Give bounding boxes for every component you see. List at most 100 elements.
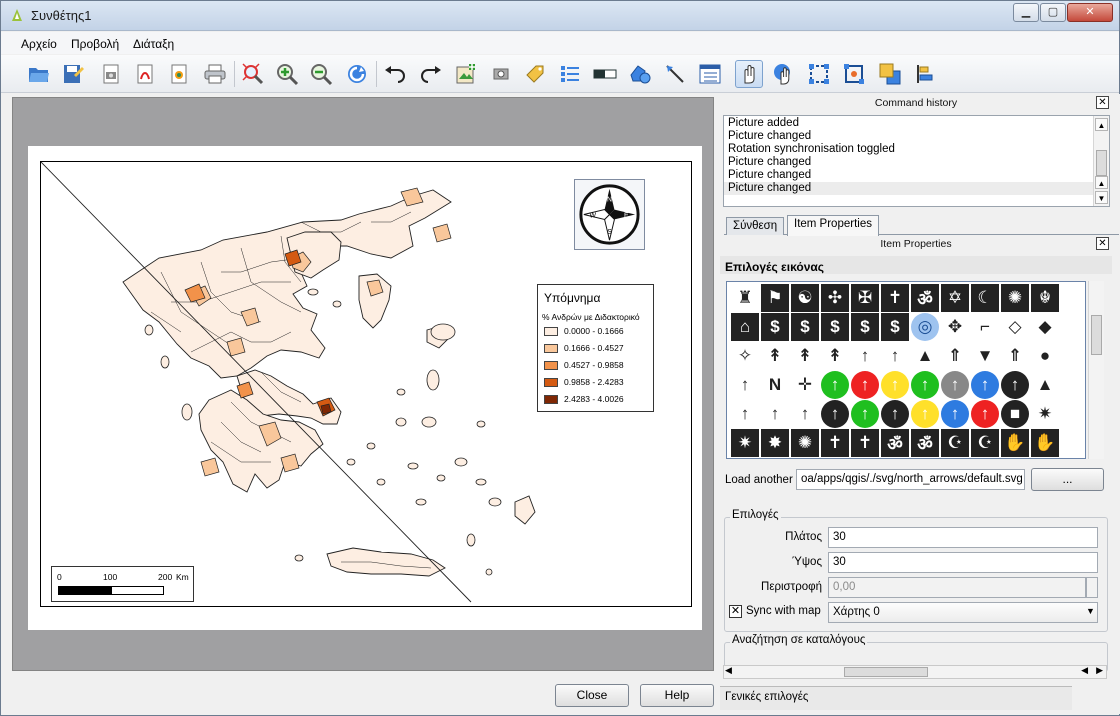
general-options-section[interactable]: Γενικές επιλογές xyxy=(720,686,1072,710)
svg-thumbnail-icon[interactable]: ↑ xyxy=(881,400,909,428)
svg-thumbnail-icon[interactable]: ↑ xyxy=(1001,371,1029,399)
svg-thumbnail-icon[interactable]: $ xyxy=(791,313,819,341)
svg-thumbnail-icon[interactable]: ✝ xyxy=(881,284,909,312)
svg-thumbnail-icon[interactable]: ↑ xyxy=(851,342,879,370)
svg-thumbnail-icon[interactable]: ↟ xyxy=(761,342,789,370)
svg-thumbnail-icon[interactable]: ↑ xyxy=(911,371,939,399)
ungroup-items-icon[interactable] xyxy=(840,60,868,88)
export-image-icon[interactable] xyxy=(97,60,125,88)
svg-thumbnail-icon[interactable]: ⇑ xyxy=(941,342,969,370)
svg-thumbnail-icon[interactable]: ↑ xyxy=(851,400,879,428)
map-item[interactable]: Υπόμνημα % Ανδρών με Διδακτορικό 0.0000 … xyxy=(40,161,692,607)
close-window-button[interactable]: ✕ xyxy=(1067,3,1113,22)
svg-thumbnail-icon[interactable]: ⚑ xyxy=(761,284,789,312)
history-item[interactable]: Rotation synchronisation toggled xyxy=(724,143,1109,156)
svg-thumbnail-icon[interactable]: ↟ xyxy=(821,342,849,370)
open-folder-icon[interactable] xyxy=(25,60,53,88)
refresh-icon[interactable] xyxy=(343,60,371,88)
svg-thumbnail-icon[interactable]: ↑ xyxy=(851,371,879,399)
svg-thumbnail-icon[interactable]: ↑ xyxy=(881,371,909,399)
tab-item-properties[interactable]: Item Properties xyxy=(787,215,879,236)
svg-thumbnail-icon[interactable]: ↟ xyxy=(791,342,819,370)
history-item[interactable]: Picture changed xyxy=(724,169,1109,182)
minimize-button[interactable]: ▁ xyxy=(1013,3,1039,22)
svg-thumbnail-icon[interactable]: ☪ xyxy=(941,429,969,457)
svg-thumbnail-icon[interactable]: ✡ xyxy=(941,284,969,312)
help-button[interactable]: Help xyxy=(640,684,714,707)
rotation-input[interactable]: 0,00 xyxy=(828,577,1086,598)
svg-thumbnail-icon[interactable]: ↑ xyxy=(731,400,759,428)
search-directories-title[interactable]: Αναζήτηση σε καταλόγους xyxy=(730,634,868,646)
svg-thumbnail-icon[interactable]: ↑ xyxy=(881,342,909,370)
history-scrollbar[interactable]: ▲ ▲ ▼ xyxy=(1093,116,1109,206)
tab-composition[interactable]: Σύνθεση xyxy=(726,217,785,235)
add-map-icon[interactable] xyxy=(452,60,480,88)
svg-thumbnail-icon[interactable]: ✥ xyxy=(941,313,969,341)
svg-thumbnail-icon[interactable]: ◆ xyxy=(1031,313,1059,341)
add-image-icon[interactable] xyxy=(487,60,515,88)
add-arrow-icon[interactable] xyxy=(661,60,689,88)
svg-thumbnail-icon[interactable]: ♜ xyxy=(731,284,759,312)
svg-thumbnail-icon[interactable]: $ xyxy=(881,313,909,341)
svg-path-input[interactable]: oa/apps/qgis/./svg/north_arrows/default.… xyxy=(796,469,1025,490)
close-button[interactable]: Close xyxy=(555,684,629,707)
height-input[interactable]: 30 xyxy=(828,552,1098,573)
svg-thumbnail-icon[interactable]: ▼ xyxy=(971,342,999,370)
svg-thumbnail-icon[interactable]: ॐ xyxy=(911,429,939,457)
svg-thumbnail-icon[interactable]: $ xyxy=(761,313,789,341)
print-icon[interactable] xyxy=(201,60,229,88)
svg-thumbnail-icon[interactable]: ☾ xyxy=(971,284,999,312)
svg-thumbnail-icon[interactable]: ✧ xyxy=(731,342,759,370)
history-item[interactable]: Picture changed xyxy=(724,156,1109,169)
svg-thumbnail-icon[interactable]: ⌂ xyxy=(731,313,759,341)
history-item-selected[interactable]: Picture changed xyxy=(724,182,1109,195)
scale-bar[interactable]: 0 100 200 Km xyxy=(51,566,194,602)
svg-thumbnail-icon[interactable]: ✣ xyxy=(821,284,849,312)
history-item[interactable]: Picture added xyxy=(724,117,1109,130)
map-select[interactable]: Χάρτης 0 xyxy=(828,602,1098,623)
export-svg-icon[interactable] xyxy=(165,60,193,88)
svg-thumbnail-icon[interactable]: ▲ xyxy=(911,342,939,370)
hscroll-thumb[interactable] xyxy=(844,667,928,677)
command-history-list[interactable]: Picture added Picture changed Rotation s… xyxy=(723,115,1110,207)
menu-view[interactable]: Προβολή xyxy=(71,37,119,51)
svg-thumbnail-icon[interactable]: ✋ xyxy=(1031,429,1059,457)
svg-thumbnail-icon[interactable]: ⇑ xyxy=(1001,342,1029,370)
picture-browser-scrollbar[interactable] xyxy=(1088,281,1104,459)
svg-thumbnail-icon[interactable]: ✷ xyxy=(731,429,759,457)
svg-thumbnail-icon[interactable]: ✠ xyxy=(851,284,879,312)
svg-thumbnail-icon[interactable]: $ xyxy=(821,313,849,341)
zoom-out-icon[interactable] xyxy=(307,60,335,88)
svg-thumbnail-icon[interactable]: ↑ xyxy=(791,400,819,428)
svg-thumbnail-icon[interactable]: ☬ xyxy=(1031,284,1059,312)
history-scroll-thumb[interactable] xyxy=(1096,150,1107,176)
picture-browser-scroll-thumb[interactable] xyxy=(1091,315,1102,355)
svg-thumbnail-icon[interactable]: ◎ xyxy=(911,313,939,341)
svg-thumbnail-icon[interactable]: ✛ xyxy=(791,371,819,399)
svg-thumbnail-icon[interactable]: ■ xyxy=(1001,400,1029,428)
svg-thumbnail-icon[interactable]: ● xyxy=(1031,342,1059,370)
svg-thumbnail-icon[interactable]: ✷ xyxy=(1031,400,1059,428)
svg-thumbnail-icon[interactable]: N xyxy=(761,371,789,399)
properties-hscrollbar[interactable]: ◀ ◀ ▶ xyxy=(723,665,1107,679)
svg-thumbnail-icon[interactable]: ↑ xyxy=(821,371,849,399)
sync-with-map-checkbox[interactable]: ✕ xyxy=(729,605,742,618)
svg-thumbnail-icon[interactable]: $ xyxy=(851,313,879,341)
north-arrow-picture[interactable]: N E S W xyxy=(574,179,645,250)
map-legend[interactable]: Υπόμνημα % Ανδρών με Διδακτορικό 0.0000 … xyxy=(537,284,654,412)
rotation-spinner[interactable] xyxy=(1086,577,1098,598)
svg-thumbnail-icon[interactable]: ☯ xyxy=(791,284,819,312)
svg-thumbnail-icon[interactable]: ↑ xyxy=(761,400,789,428)
close-history-panel-button[interactable]: ✕ xyxy=(1096,96,1109,109)
svg-thumbnail-icon[interactable]: ▲ xyxy=(1031,371,1059,399)
svg-thumbnail-icon[interactable]: ॐ xyxy=(911,284,939,312)
align-items-icon[interactable] xyxy=(911,60,939,88)
zoom-full-icon[interactable] xyxy=(239,60,267,88)
select-move-item-icon[interactable] xyxy=(735,60,763,88)
svg-thumbnail-icon[interactable]: ↑ xyxy=(941,371,969,399)
add-table-icon[interactable] xyxy=(696,60,724,88)
svg-thumbnail-icon[interactable]: ॐ xyxy=(881,429,909,457)
menu-file[interactable]: Αρχείο xyxy=(21,37,57,51)
svg-thumbnail-icon[interactable]: ⌐ xyxy=(971,313,999,341)
svg-thumbnail-icon[interactable]: ↑ xyxy=(971,371,999,399)
